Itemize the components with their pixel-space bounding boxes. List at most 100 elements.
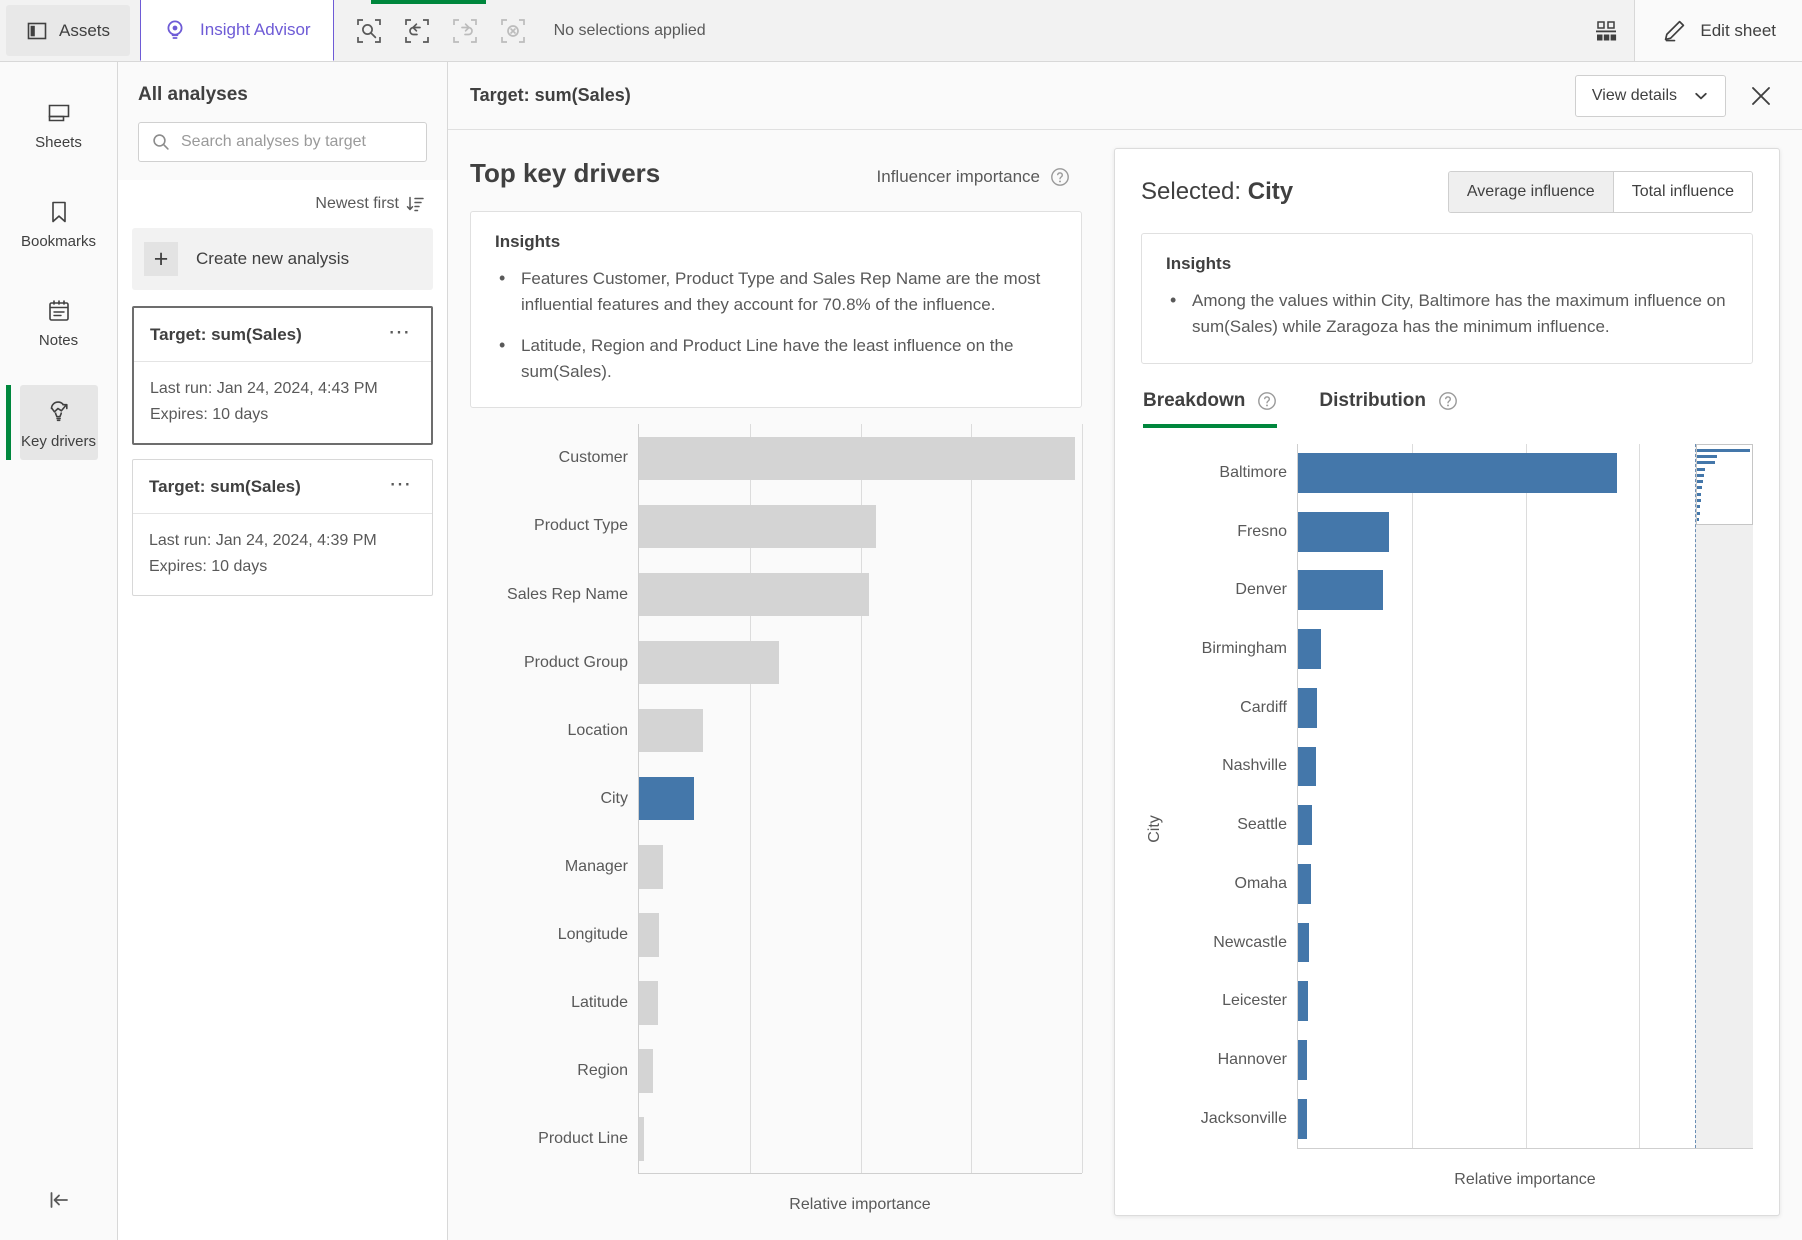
chart-bar[interactable] [639,572,870,617]
chart-row[interactable]: Product Line [470,1105,1083,1174]
analysis-card[interactable]: Target: sum(Sales) ⋯ Last run: Jan 24, 2… [132,459,433,597]
more-options-icon[interactable]: ⋯ [385,473,416,499]
sidebar-item-notes[interactable]: Notes [20,286,98,359]
create-new-analysis-button[interactable]: + Create new analysis [132,228,433,290]
view-details-button[interactable]: View details [1574,74,1726,117]
city-chart-row-label: Nashville [1222,757,1287,775]
chart-row[interactable]: Location [470,696,1083,765]
gridline [1082,492,1083,561]
sidebar-item-bookmarks[interactable]: Bookmarks [20,187,98,260]
chart-row-label: Latitude [571,993,628,1011]
plus-icon: + [144,242,178,276]
chart-bar[interactable] [639,640,779,685]
search-input[interactable] [181,133,414,151]
chart-bar[interactable] [639,981,658,1025]
city-chart-bar[interactable] [1298,687,1318,728]
scroll-overview-bar [1697,454,1717,458]
city-chart-row[interactable]: Denver [1169,561,1753,620]
chart-bar[interactable] [639,436,1076,481]
city-chart-row[interactable]: Jacksonville [1169,1089,1753,1148]
collapse-left-icon[interactable] [0,1186,117,1214]
chart-row-label: Customer [558,449,628,467]
gridline [749,696,751,765]
selection-search-icon[interactable] [348,10,390,52]
city-chart-bar[interactable] [1298,1039,1308,1080]
city-chart-row-label: Denver [1235,581,1287,599]
edit-sheet-button[interactable]: Edit sheet [1634,0,1802,61]
redo-selection-icon[interactable] [444,10,486,52]
undo-selection-icon[interactable] [396,10,438,52]
chart-row-label: Sales Rep Name [507,585,628,603]
total-influence-button[interactable]: Total influence [1612,172,1752,212]
city-chart-bar[interactable] [1298,629,1322,670]
view-details-label: View details [1591,86,1677,104]
more-options-icon[interactable]: ⋯ [384,321,415,347]
city-chart-row[interactable]: Fresno [1169,502,1753,562]
right-insights-list: Among the values within City, Baltimore … [1166,287,1728,341]
city-chart-row-label: Cardiff [1240,698,1287,716]
sort-control[interactable]: Newest first [118,180,447,224]
chart-bar[interactable] [639,845,664,889]
city-chart-bar[interactable] [1298,570,1383,611]
sidebar-item-key-drivers[interactable]: Key drivers [5,385,98,460]
chart-row[interactable]: Sales Rep Name [470,560,1083,629]
city-chart-row[interactable]: Nashville [1169,737,1753,796]
chart-bar[interactable] [639,776,695,821]
tab-insight-advisor[interactable]: Insight Advisor [140,0,334,61]
gridline [1639,854,1641,914]
city-chart-row[interactable]: Cardiff [1169,678,1753,738]
city-chart-row[interactable]: Birmingham [1169,619,1753,679]
chart-row[interactable]: Product Group [470,628,1083,697]
gridline [1082,628,1083,697]
city-chart-bar[interactable] [1298,1098,1307,1139]
help-circle-icon[interactable] [1257,391,1277,411]
city-chart-bar[interactable] [1298,922,1309,963]
clear-selections-icon[interactable] [492,10,534,52]
scroll-overview-bar [1697,486,1702,490]
chart-bar[interactable] [639,708,704,753]
gridline [1639,795,1641,855]
close-icon[interactable] [1748,83,1774,109]
city-chart-bar[interactable] [1298,453,1618,493]
selected-value: City [1247,178,1294,205]
gridline [1639,502,1641,562]
help-circle-icon[interactable] [1438,391,1458,411]
city-chart-bar[interactable] [1298,981,1309,1022]
chart-bar[interactable] [639,1049,654,1093]
city-chart-bar[interactable] [1298,746,1316,787]
city-chart-bar[interactable] [1298,805,1312,846]
top-key-drivers-chart: Customer Product Type Sales Rep Name Produc… [470,408,1083,1240]
chart-bar[interactable] [639,913,659,957]
city-chart-row[interactable]: Leicester [1169,971,1753,1031]
sidebar-item-sheets[interactable]: Sheets [20,88,98,161]
city-chart-bar[interactable] [1298,511,1389,552]
chart-row[interactable]: Region [470,1036,1083,1105]
chart-row[interactable]: Latitude [470,968,1083,1037]
chart-row[interactable]: City [470,764,1083,833]
assets-button[interactable]: Assets [6,5,131,56]
city-chart-row[interactable]: Hannover [1169,1030,1753,1090]
assets-button-label: Assets [59,20,111,40]
help-circle-icon[interactable] [1050,167,1070,187]
chart-row[interactable]: Product Type [470,492,1083,561]
city-chart-row[interactable]: Seattle [1169,795,1753,855]
city-chart-row[interactable]: Omaha [1169,854,1753,914]
average-influence-button[interactable]: Average influence [1448,172,1613,212]
chart-bar[interactable] [639,504,876,549]
chart-row[interactable]: Customer [470,424,1083,493]
analysis-card[interactable]: Target: sum(Sales) ⋯ Last run: Jan 24, 2… [132,306,433,446]
chart-row-plot [638,696,1083,765]
analysis-card-body: Last run: Jan 24, 2024, 4:43 PM Expires:… [134,362,431,443]
chart-row[interactable]: Manager [470,832,1083,901]
chart-row[interactable]: Longitude [470,900,1083,969]
city-chart-bar[interactable] [1298,863,1311,904]
city-chart-x-axis-label: Relative importance [1454,1171,1596,1188]
search-analyses-wrapper[interactable] [138,122,427,162]
city-chart-row[interactable]: Baltimore [1169,443,1753,1148]
page-title: Target: sum(Sales) [470,85,631,105]
sheet-grid-icon[interactable] [1578,0,1634,61]
city-chart-row[interactable]: Newcastle [1169,913,1753,972]
tab-distribution[interactable]: Distribution [1319,390,1458,428]
chart-bar[interactable] [639,1117,645,1161]
tab-breakdown[interactable]: Breakdown [1143,390,1278,428]
